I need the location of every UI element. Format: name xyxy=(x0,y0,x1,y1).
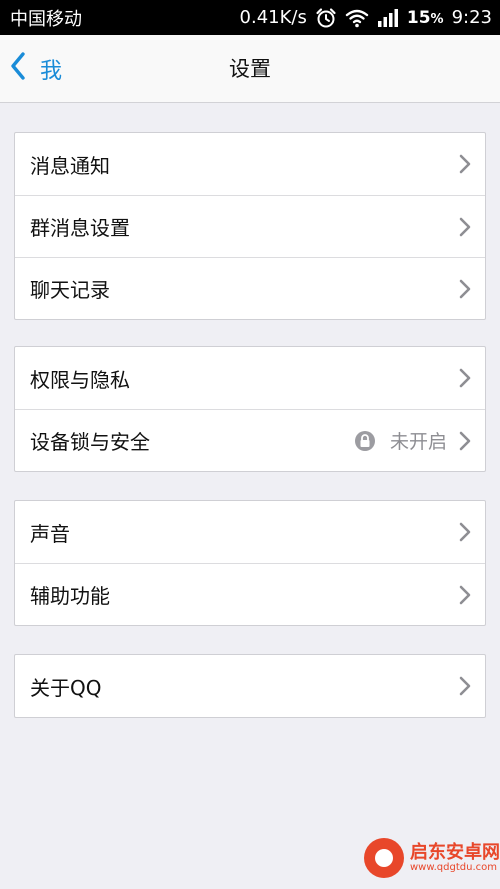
chevron-right-icon xyxy=(459,585,471,605)
settings-item-label: 辅助功能 xyxy=(30,584,110,608)
settings-item-about-qq[interactable]: 关于QQ xyxy=(15,655,485,717)
chevron-right-icon xyxy=(459,676,471,696)
settings-item-label: 聊天记录 xyxy=(30,278,110,302)
settings-item-group-message-settings[interactable]: 群消息设置 xyxy=(15,195,485,257)
watermark-title: 启东安卓网 xyxy=(410,841,500,863)
chevron-right-icon xyxy=(459,522,471,542)
battery-unit: % xyxy=(430,11,444,27)
settings-item-permissions-privacy[interactable]: 权限与隐私 xyxy=(15,347,485,409)
status-bar: 中国移动 0.41K/s 15% 9:23 xyxy=(0,0,500,35)
page-title: 设置 xyxy=(229,57,271,81)
carrier-name: 中国移动 xyxy=(10,8,82,30)
settings-item-label: 关于QQ xyxy=(30,675,102,700)
settings-group-sound-accessibility: 声音 辅助功能 xyxy=(14,500,486,626)
settings-item-label: 消息通知 xyxy=(30,153,110,178)
clock-time: 9:23 xyxy=(451,7,492,28)
chevron-right-icon xyxy=(459,279,471,299)
settings-item-accessibility[interactable]: 辅助功能 xyxy=(15,563,485,625)
battery-level: 15% xyxy=(407,8,444,28)
chevron-right-icon xyxy=(459,154,471,174)
settings-item-label: 声音 xyxy=(30,521,70,546)
alarm-clock-icon xyxy=(315,7,337,29)
settings-group-about: 关于QQ xyxy=(14,654,486,718)
back-button[interactable]: 我 xyxy=(10,35,62,103)
settings-item-sound[interactable]: 声音 xyxy=(15,501,485,563)
settings-item-label: 群消息设置 xyxy=(30,216,130,240)
settings-item-label: 权限与隐私 xyxy=(30,367,130,392)
watermark-url: www.qdgtdu.com xyxy=(410,862,497,874)
lock-icon xyxy=(354,430,376,452)
back-button-label: 我 xyxy=(40,59,63,84)
chevron-right-icon xyxy=(459,431,471,451)
settings-item-chat-history[interactable]: 聊天记录 xyxy=(15,257,485,319)
chevron-right-icon xyxy=(459,217,471,237)
battery-value: 15 xyxy=(406,7,431,28)
signal-bars-icon xyxy=(377,8,399,27)
chevron-right-icon xyxy=(459,368,471,388)
device-lock-status: 未开启 xyxy=(389,431,447,453)
settings-group-privacy-security: 权限与隐私 设备锁与安全 未开启 xyxy=(14,346,486,472)
settings-item-device-lock-security[interactable]: 设备锁与安全 未开启 xyxy=(15,409,485,471)
network-speed: 0.41K/s xyxy=(239,7,307,28)
back-chevron-icon xyxy=(10,52,40,86)
navigation-bar: 设置 我 xyxy=(0,35,500,103)
settings-group-general: 消息通知 群消息设置 聊天记录 xyxy=(14,132,486,320)
wifi-icon xyxy=(345,8,369,28)
watermark: 启东安卓网 www.qdgtdu.com xyxy=(358,827,500,889)
settings-item-label: 设备锁与安全 xyxy=(30,430,150,454)
watermark-logo-icon xyxy=(364,838,404,878)
settings-item-message-notification[interactable]: 消息通知 xyxy=(15,133,485,195)
